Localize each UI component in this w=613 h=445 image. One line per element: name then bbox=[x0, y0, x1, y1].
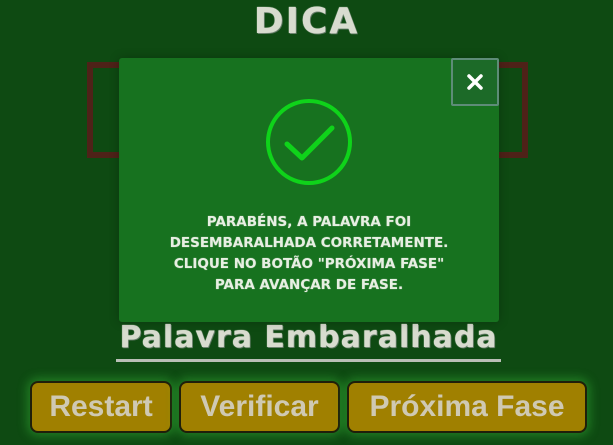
next-phase-button[interactable]: Próxima Fase bbox=[347, 381, 587, 433]
verify-button[interactable]: Verificar bbox=[179, 381, 340, 433]
hint-title: DICA bbox=[253, 1, 360, 42]
close-button[interactable] bbox=[451, 58, 499, 106]
scrambled-word: Palavra Embaralhada bbox=[116, 316, 501, 362]
success-modal: PARABÉNS, A PALAVRA FOI DESEMBARALHADA C… bbox=[119, 58, 499, 322]
restart-button[interactable]: Restart bbox=[30, 381, 172, 433]
close-icon bbox=[467, 74, 483, 90]
check-circle-icon bbox=[266, 99, 352, 185]
success-message: PARABÉNS, A PALAVRA FOI DESEMBARALHADA C… bbox=[169, 214, 449, 293]
